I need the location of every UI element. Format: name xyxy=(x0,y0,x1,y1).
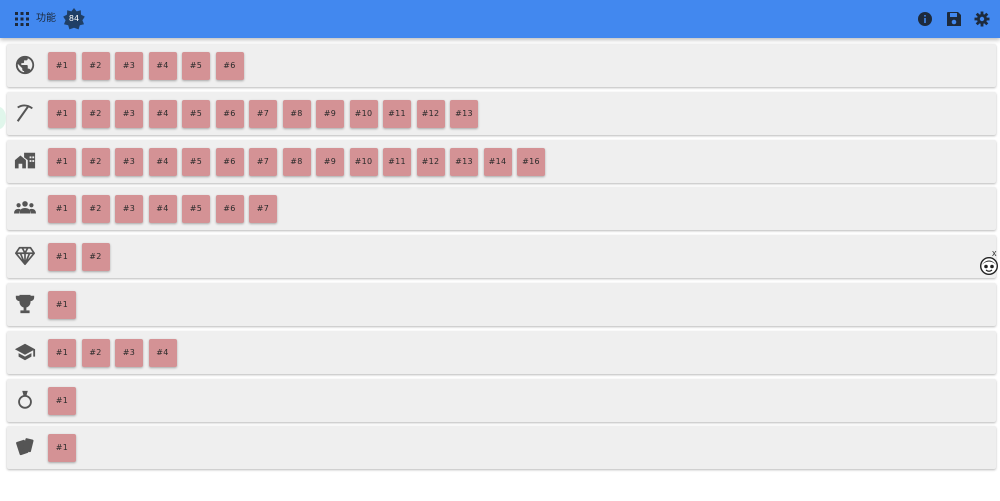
chip-group: #1 #2 #3 #4 #5 #6 xyxy=(48,52,249,80)
cards-icon xyxy=(14,436,36,458)
item-chip[interactable]: #6 xyxy=(215,147,244,176)
ring-icon xyxy=(14,389,36,411)
home-work-icon xyxy=(14,150,36,172)
item-chip[interactable]: #1 xyxy=(48,434,76,463)
item-chip[interactable]: #7 xyxy=(249,99,277,128)
item-chip[interactable]: #2 xyxy=(81,52,110,80)
item-chip[interactable]: #5 xyxy=(182,147,210,176)
item-chip[interactable]: #12 xyxy=(416,99,445,128)
item-chip[interactable]: #16 xyxy=(517,147,545,176)
people-group-icon xyxy=(14,197,36,219)
gear-icon xyxy=(974,11,990,27)
item-chip[interactable]: #1 xyxy=(48,147,76,176)
diamond-icon xyxy=(14,245,36,267)
chip-group: #1 #2 #3 #4 #5 #6 #7 xyxy=(48,195,283,224)
item-chip[interactable]: #3 xyxy=(115,99,143,128)
feature-row-diamond: #1 #2 xyxy=(7,235,996,279)
graduation-cap-icon xyxy=(14,341,36,363)
item-chip[interactable]: #2 xyxy=(81,195,110,224)
item-chip[interactable]: #1 xyxy=(48,290,76,319)
settings-button[interactable] xyxy=(974,11,990,27)
item-chip[interactable]: #5 xyxy=(182,99,210,128)
item-chip[interactable]: #4 xyxy=(148,147,177,176)
item-chip[interactable]: #7 xyxy=(249,195,277,224)
feature-row-trophy: #1 xyxy=(7,282,996,326)
item-chip[interactable]: #13 xyxy=(450,147,478,176)
item-chip[interactable]: #13 xyxy=(450,99,478,128)
item-chip[interactable]: #3 xyxy=(115,147,143,176)
item-chip[interactable]: #5 xyxy=(182,52,210,80)
info-button[interactable] xyxy=(917,11,933,27)
item-chip[interactable]: #9 xyxy=(316,99,344,128)
feature-row-people: #1 #2 #3 #4 #5 #6 #7 xyxy=(7,187,996,231)
trophy-icon xyxy=(14,293,36,315)
item-chip[interactable]: #4 xyxy=(148,52,177,80)
chip-group: #1 xyxy=(48,434,82,463)
feature-row-cards: #1 xyxy=(7,426,996,470)
item-chip[interactable]: #1 xyxy=(48,195,76,224)
side-glow xyxy=(0,107,6,129)
item-chip[interactable]: #3 xyxy=(115,338,143,367)
count-badge: 84 xyxy=(68,14,80,23)
pickaxe-icon xyxy=(14,102,36,124)
globe-icon xyxy=(14,54,36,76)
item-chip[interactable]: #8 xyxy=(282,147,311,176)
apps-grid-icon[interactable] xyxy=(14,11,30,27)
item-chip[interactable]: #11 xyxy=(383,147,411,176)
item-chip[interactable]: #1 xyxy=(48,338,76,367)
item-chip[interactable]: #3 xyxy=(115,195,143,224)
item-chip[interactable]: #2 xyxy=(81,338,110,367)
chip-group: #1 xyxy=(48,386,82,415)
chip-group: #1 xyxy=(48,290,82,319)
item-chip[interactable]: #5 xyxy=(182,195,210,224)
top-app-bar: 功能 84 xyxy=(0,0,1000,38)
item-chip[interactable]: #4 xyxy=(148,195,177,224)
item-chip[interactable]: #2 xyxy=(81,243,110,272)
item-chip[interactable]: #14 xyxy=(483,147,512,176)
feature-row-home: #1 #2 #3 #4 #5 #6 #7 #8 #9 #10 #11 #12 #13 #14 #16 xyxy=(7,139,996,183)
item-chip[interactable]: #1 xyxy=(48,243,76,272)
feature-row-pickaxe: #1 #2 #3 #4 #5 #6 #7 #8 #9 #10 #11 #12 #13 xyxy=(7,91,996,135)
feature-rows: #1 #2 #3 #4 #5 #6 #1 #2 #3 #4 #5 #6 #7 #8 #9 #10 #11 #12 #… xyxy=(7,44,996,474)
app-title: 功能 xyxy=(36,13,56,24)
item-chip[interactable]: #10 xyxy=(349,147,378,176)
item-chip[interactable]: #6 xyxy=(215,195,244,224)
chip-group: #1 #2 #3 #4 #5 #6 #7 #8 #9 #10 #11 #12 #13 #14 #16 xyxy=(48,147,551,176)
item-chip[interactable]: #6 xyxy=(215,99,244,128)
save-icon xyxy=(947,12,961,26)
item-chip[interactable]: #4 xyxy=(148,338,177,367)
mascot-face-icon[interactable] xyxy=(979,256,999,276)
item-chip[interactable]: #1 xyxy=(48,99,76,128)
item-chip[interactable]: #4 xyxy=(148,99,177,128)
item-chip[interactable]: #2 xyxy=(81,147,110,176)
item-chip[interactable]: #1 xyxy=(48,52,76,80)
item-chip[interactable]: #7 xyxy=(249,147,277,176)
item-chip[interactable]: #6 xyxy=(215,52,244,80)
item-chip[interactable]: #1 xyxy=(48,386,76,415)
item-chip[interactable]: #9 xyxy=(316,147,344,176)
save-button[interactable] xyxy=(946,11,962,27)
item-chip[interactable]: #2 xyxy=(81,99,110,128)
feature-row-school: #1 #2 #3 #4 xyxy=(7,330,996,374)
item-chip[interactable]: #12 xyxy=(416,147,445,176)
close-floating-button[interactable]: x xyxy=(992,249,997,258)
chip-group: #1 #2 #3 #4 xyxy=(48,338,182,367)
item-chip[interactable]: #11 xyxy=(383,99,411,128)
item-chip[interactable]: #10 xyxy=(349,99,378,128)
item-chip[interactable]: #8 xyxy=(282,99,311,128)
item-chip[interactable]: #3 xyxy=(115,52,143,80)
info-icon xyxy=(918,12,932,26)
feature-row-globe: #1 #2 #3 #4 #5 #6 xyxy=(7,44,996,87)
chip-group: #1 #2 xyxy=(48,243,115,272)
chip-group: #1 #2 #3 #4 #5 #6 #7 #8 #9 #10 #11 #12 #13 xyxy=(48,99,484,128)
feature-row-ring: #1 xyxy=(7,378,996,422)
